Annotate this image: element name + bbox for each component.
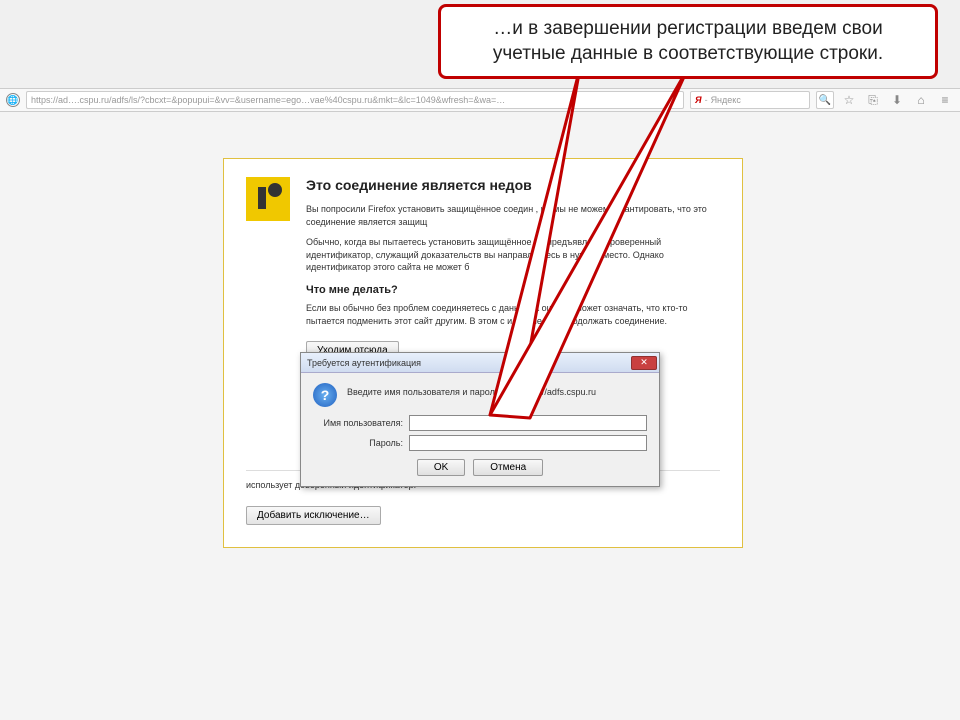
star-icon[interactable]: ☆ (840, 91, 858, 109)
yandex-icon: Я (695, 95, 702, 105)
question-icon: ? (313, 383, 337, 407)
add-exception-button[interactable]: Добавить исключение… (246, 506, 381, 525)
menu-icon[interactable]: ≡ (936, 91, 954, 109)
warning-icon (246, 177, 290, 221)
auth-dialog: Требуется аутентификация ✕ ? Введите имя… (300, 352, 660, 487)
search-box[interactable]: Я - Яндекс (690, 91, 810, 109)
dialog-titlebar: Требуется аутентификация ✕ (301, 353, 659, 373)
ok-button[interactable]: OK (417, 459, 465, 476)
globe-icon: 🌐 (6, 93, 20, 107)
sidebar-icon[interactable]: ⎘ (864, 91, 882, 109)
warning-p3: Если вы обычно без проблем соединяетесь … (306, 302, 720, 327)
download-icon[interactable]: ⬇ (888, 91, 906, 109)
username-input[interactable] (409, 415, 647, 431)
warning-p2: Обычно, когда вы пытаетесь установить за… (306, 236, 720, 274)
warning-p1: Вы попросили Firefox установить защищённ… (306, 203, 720, 228)
dialog-message: Введите имя пользователя и пароль для ht… (347, 383, 596, 397)
search-placeholder: Яндекс (711, 95, 741, 105)
url-bar[interactable]: https://ad….cspu.ru/adfs/ls/?cbcxt=&popu… (26, 91, 684, 109)
close-icon[interactable]: ✕ (631, 356, 657, 370)
browser-toolbar: 🌐 https://ad….cspu.ru/adfs/ls/?cbcxt=&po… (0, 88, 960, 112)
instruction-callout: …и в завершении регистрации введем свои … (438, 4, 938, 79)
callout-text: …и в завершении регистрации введем свои … (493, 18, 883, 64)
warning-title: Это соединение является недов (306, 177, 720, 193)
password-input[interactable] (409, 435, 647, 451)
home-icon[interactable]: ⌂ (912, 91, 930, 109)
url-text: https://ad….cspu.ru/adfs/ls/?cbcxt=&popu… (31, 95, 505, 105)
dialog-title-text: Требуется аутентификация (307, 358, 421, 368)
search-icon[interactable]: 🔍 (816, 91, 834, 109)
warning-question: Что мне делать? (306, 284, 720, 296)
cancel-button[interactable]: Отмена (473, 459, 543, 476)
username-label: Имя пользователя: (313, 418, 403, 428)
password-label: Пароль: (313, 438, 403, 448)
